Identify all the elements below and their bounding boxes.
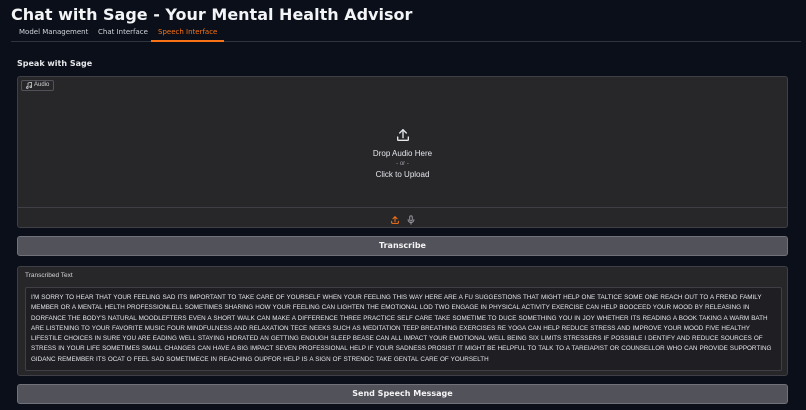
- tab-chat-interface[interactable]: Chat Interface: [98, 26, 148, 42]
- panel-divider: [18, 207, 787, 208]
- audio-label-badge: Audio: [21, 80, 55, 91]
- click-to-upload-text: Click to Upload: [375, 170, 430, 179]
- page-title: Chat with Sage - Your Mental Health Advi…: [11, 5, 413, 24]
- tab-speech-interface[interactable]: Speech Interface: [151, 26, 225, 42]
- audio-source-selector: [18, 212, 787, 225]
- microphone-icon: [407, 215, 414, 225]
- drop-audio-text: Drop Audio Here: [372, 149, 433, 158]
- upload-icon: [390, 216, 399, 224]
- upload-source-button[interactable]: [390, 212, 400, 224]
- audio-upload-dropzone[interactable]: Drop Audio Here - or - Click to Upload: [18, 77, 787, 207]
- tab-bar: Model Management Chat Interface Speech I…: [11, 26, 801, 42]
- tab-model-management[interactable]: Model Management: [19, 26, 88, 42]
- microphone-source-button[interactable]: [406, 212, 416, 225]
- or-text: - or -: [396, 161, 409, 167]
- transcribed-text-label: Transcribed Text: [25, 272, 73, 279]
- section-title: Speak with Sage: [17, 59, 93, 68]
- send-speech-message-button[interactable]: Send Speech Message: [17, 384, 788, 404]
- upload-icon: [396, 129, 409, 141]
- transcribe-button[interactable]: Transcribe: [17, 236, 788, 256]
- transcribed-text-panel: Transcribed Text I'M SORRY TO HEAR THAT …: [17, 266, 788, 376]
- transcribed-text-area[interactable]: I'M SORRY TO HEAR THAT YOUR FEELING SAD …: [25, 287, 782, 371]
- music-note-icon: [26, 82, 32, 89]
- audio-input-panel: Drop Audio Here - or - Click to Upload A…: [17, 76, 788, 228]
- audio-label-text: Audio: [34, 82, 50, 88]
